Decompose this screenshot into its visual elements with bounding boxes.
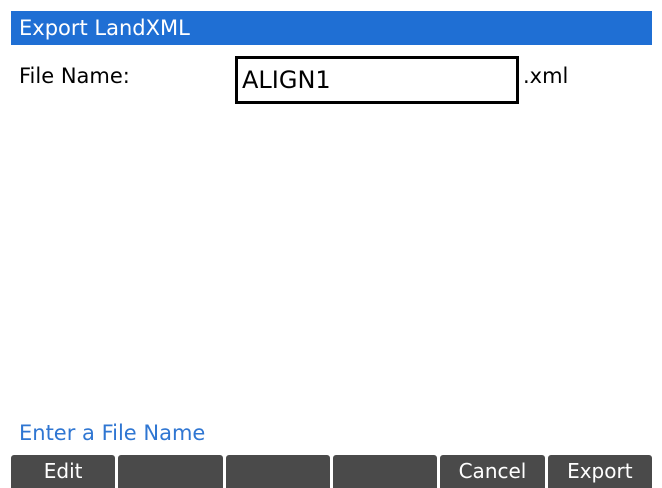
window-title: Export LandXML [11, 11, 652, 45]
status-hint: Enter a File Name [19, 421, 206, 445]
softkey-3-blank[interactable] [225, 455, 330, 488]
softkey-2-blank[interactable] [118, 455, 223, 488]
file-name-label: File Name: [19, 64, 130, 88]
edit-softkey[interactable]: Edit [11, 455, 116, 488]
export-landxml-screen: Export LandXML File Name: .xml Enter a F… [11, 11, 652, 488]
softkey-4-blank[interactable] [332, 455, 438, 488]
cancel-softkey[interactable]: Cancel [440, 455, 545, 488]
softkey-bar: Edit Cancel Export [11, 455, 652, 488]
file-name-input[interactable] [235, 56, 519, 104]
export-softkey[interactable]: Export [547, 455, 652, 488]
file-extension-label: .xml [523, 64, 569, 88]
